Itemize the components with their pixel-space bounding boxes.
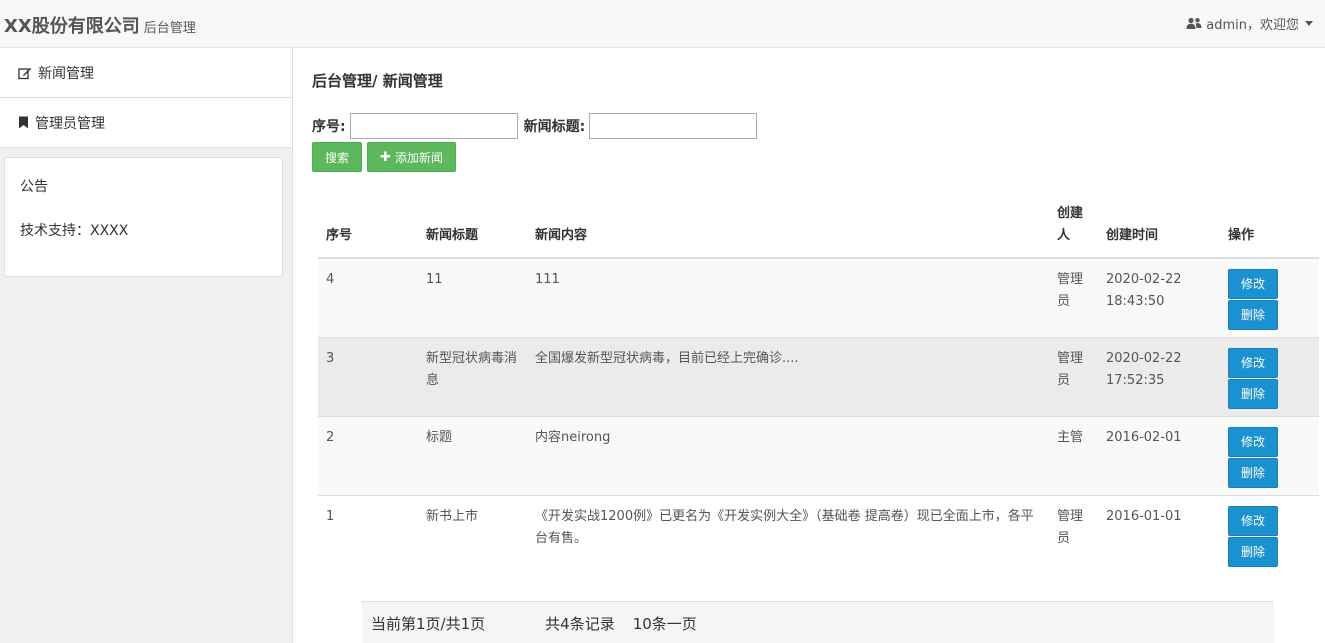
top-navbar: XX股份有限公司 后台管理 admin，欢迎您 xyxy=(0,0,1325,48)
col-header-content: 新闻内容 xyxy=(527,203,1049,259)
user-greeting: admin，欢迎您 xyxy=(1206,18,1299,33)
brand-name: XX股份有限公司 xyxy=(4,16,140,37)
tech-support-text: 技术支持：XXXX xyxy=(20,223,129,239)
cell-title: 新书上市 xyxy=(418,494,527,574)
news-title-label: 新闻标题: xyxy=(523,119,586,135)
cell-content: 《开发实战1200例》已更名为《开发实例大全》（基础卷 提高卷）现已全面上市，各… xyxy=(527,494,1049,574)
action-buttons: 搜索 ✚ 添加新闻 xyxy=(312,142,456,172)
main-content: 后台管理/ 新闻管理 序号: 新闻标题: 搜索 ✚ 添加新闻 序号 新闻标题 新… xyxy=(294,48,1325,643)
delete-button[interactable]: 删除 xyxy=(1228,536,1278,567)
cell-id: 2 xyxy=(318,415,418,495)
brand-subtitle: 后台管理 xyxy=(143,21,196,36)
cell-creator: 主管 xyxy=(1049,415,1098,495)
sidebar-item-news[interactable]: 新闻管理 xyxy=(0,48,292,98)
cell-creator: 管理员 xyxy=(1049,494,1098,574)
users-icon xyxy=(1186,17,1202,29)
sidebar-item-label: 新闻管理 xyxy=(38,65,94,82)
col-header-actions: 操作 xyxy=(1220,203,1319,259)
table-header-row: 序号 新闻标题 新闻内容 创建人 创建时间 操作 xyxy=(318,203,1319,259)
sidebar: 新闻管理 管理员管理 公告 技术支持：XXXX xyxy=(0,48,293,643)
cell-title: 标题 xyxy=(418,415,527,495)
table-row: 2 标题 内容neirong 主管 2016-02-01 修改 删除 xyxy=(318,415,1319,495)
table-row: 3 新型冠状病毒消息 全国爆发新型冠状病毒，目前已经上完确诊.... 管理员 2… xyxy=(318,336,1319,416)
pagination-bar: 当前第1页/共1页 共4条记录 10条一页 xyxy=(362,601,1274,643)
cell-id: 3 xyxy=(318,336,418,416)
id-label: 序号: xyxy=(312,119,346,135)
cell-title: 11 xyxy=(418,257,527,337)
cell-time: 2020-02-22 18:43:50 xyxy=(1098,257,1220,337)
edit-button[interactable]: 修改 xyxy=(1228,426,1278,457)
table-row: 4 11 111 管理员 2020-02-22 18:43:50 修改 删除 xyxy=(318,257,1319,337)
cell-title: 新型冠状病毒消息 xyxy=(418,336,527,416)
edit-button[interactable]: 修改 xyxy=(1228,505,1278,536)
pager-current-page: 当前第1页/共1页 xyxy=(371,615,486,633)
news-table: 序号 新闻标题 新闻内容 创建人 创建时间 操作 4 11 111 管理员 20… xyxy=(318,203,1319,574)
search-button[interactable]: 搜索 xyxy=(312,142,363,172)
cell-content: 111 xyxy=(527,257,1049,337)
sidebar-item-admins[interactable]: 管理员管理 xyxy=(0,98,292,148)
add-news-button[interactable]: ✚ 添加新闻 xyxy=(367,142,456,172)
pager-per-page: 10条一页 xyxy=(632,615,697,633)
edit-button[interactable]: 修改 xyxy=(1228,347,1278,378)
edit-button[interactable]: 修改 xyxy=(1228,269,1278,299)
col-header-title: 新闻标题 xyxy=(418,203,527,259)
cell-id: 1 xyxy=(318,494,418,574)
cell-id: 4 xyxy=(318,257,418,337)
col-header-time: 创建时间 xyxy=(1098,203,1220,259)
user-menu[interactable]: admin，欢迎您 xyxy=(1186,14,1313,33)
news-title-input[interactable] xyxy=(589,113,758,139)
page-title: 后台管理/ 新闻管理 xyxy=(312,72,443,90)
search-form: 序号: 新闻标题: xyxy=(312,113,758,139)
cell-creator: 管理员 xyxy=(1049,336,1098,416)
cell-content: 内容neirong xyxy=(527,415,1049,495)
delete-button[interactable]: 删除 xyxy=(1228,457,1278,488)
id-input[interactable] xyxy=(349,113,518,139)
cell-actions: 修改 删除 xyxy=(1220,336,1319,416)
edit-icon xyxy=(18,67,32,79)
cell-creator: 管理员 xyxy=(1049,257,1098,337)
notice-panel: 公告 技术支持：XXXX xyxy=(4,157,283,277)
pager-total-records: 共4条记录 xyxy=(545,615,615,633)
cell-actions: 修改 删除 xyxy=(1220,494,1319,574)
search-button-label: 搜索 xyxy=(325,150,350,165)
cell-actions: 修改 删除 xyxy=(1220,415,1319,495)
add-news-label: 添加新闻 xyxy=(394,150,443,165)
col-header-id: 序号 xyxy=(318,203,418,259)
sidebar-item-label: 管理员管理 xyxy=(35,115,105,132)
plus-icon: ✚ xyxy=(380,149,391,165)
brand[interactable]: XX股份有限公司 后台管理 xyxy=(4,12,196,38)
cell-time: 2020-02-22 17:52:35 xyxy=(1098,336,1220,416)
table-row: 1 新书上市 《开发实战1200例》已更名为《开发实例大全》（基础卷 提高卷）现… xyxy=(318,494,1319,574)
bookmark-icon xyxy=(19,116,28,129)
cell-actions: 修改 删除 xyxy=(1220,257,1319,337)
delete-button[interactable]: 删除 xyxy=(1228,300,1278,330)
cell-time: 2016-01-01 xyxy=(1098,494,1220,574)
delete-button[interactable]: 删除 xyxy=(1228,378,1278,409)
cell-content: 全国爆发新型冠状病毒，目前已经上完确诊.... xyxy=(527,336,1049,416)
caret-down-icon xyxy=(1305,21,1313,26)
col-header-creator: 创建人 xyxy=(1049,203,1098,259)
notice-title: 公告 xyxy=(20,179,48,195)
cell-time: 2016-02-01 xyxy=(1098,415,1220,495)
